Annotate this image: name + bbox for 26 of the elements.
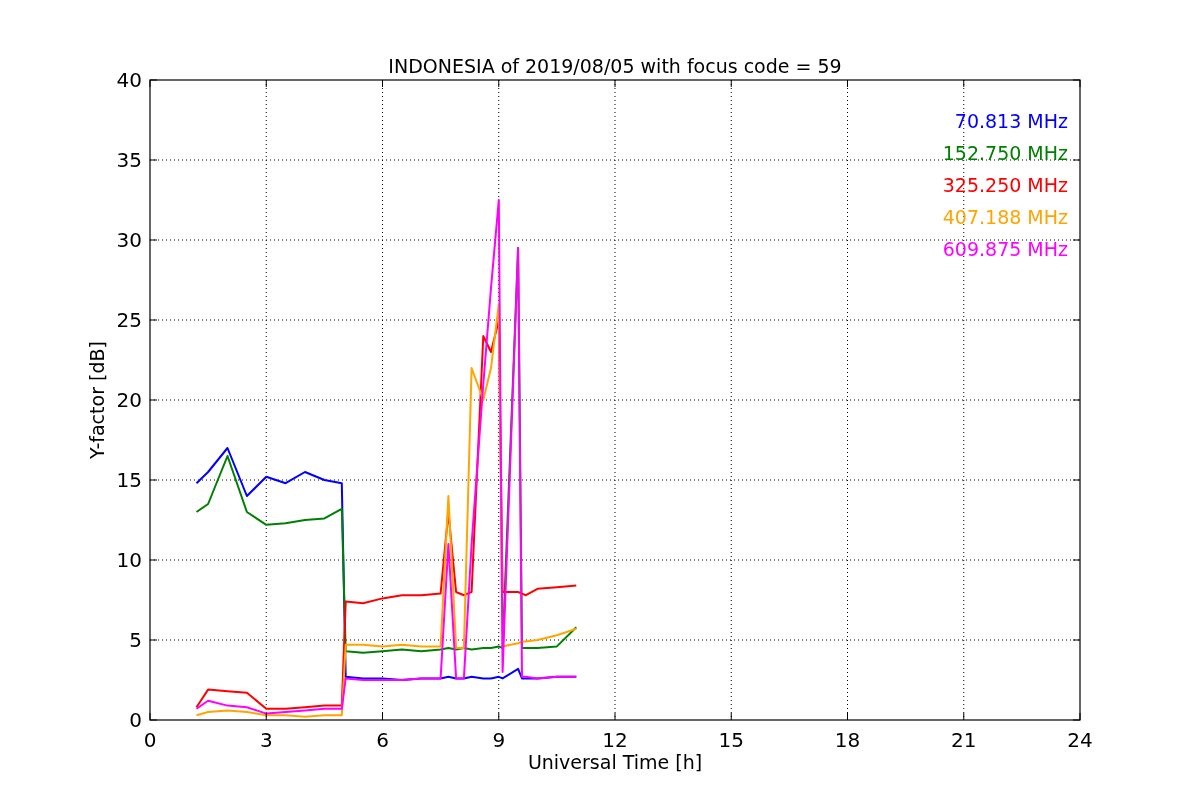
tick-label: 40 <box>116 68 142 92</box>
tick-label: 12 <box>602 728 628 752</box>
legend-label: 609.875 MHz <box>942 238 1068 260</box>
tick-label: 20 <box>116 388 142 412</box>
tick-label: 0 <box>129 708 142 732</box>
tick-label: 21 <box>951 728 977 752</box>
tick-label: 0 <box>143 728 157 752</box>
tick-label: 30 <box>116 228 142 252</box>
tick-label: 6 <box>376 728 389 752</box>
tick-label: 35 <box>116 148 142 172</box>
tick-label: 18 <box>834 728 861 752</box>
x-axis-label: Universal Time [h] <box>527 751 703 773</box>
tick-label: 10 <box>116 548 142 572</box>
chart-title: INDONESIA of 2019/08/05 with focus code = 59 <box>388 55 842 77</box>
legend-label: 407.188 MHz <box>942 206 1068 228</box>
y-axis-label: Y-factor [dB] <box>86 341 108 459</box>
tick-label: 3 <box>259 728 273 752</box>
tick-label: 15 <box>116 468 142 492</box>
tick-label: 25 <box>116 308 142 332</box>
legend-label: 325.250 MHz <box>942 174 1068 196</box>
tick-label: 24 <box>1067 728 1093 752</box>
legend-label: 70.813 MHz <box>954 110 1068 132</box>
tick-label: 5 <box>129 628 142 652</box>
legend-label: 152.750 MHz <box>942 142 1068 164</box>
tick-label: 9 <box>492 728 506 752</box>
tick-label: 15 <box>718 728 744 752</box>
